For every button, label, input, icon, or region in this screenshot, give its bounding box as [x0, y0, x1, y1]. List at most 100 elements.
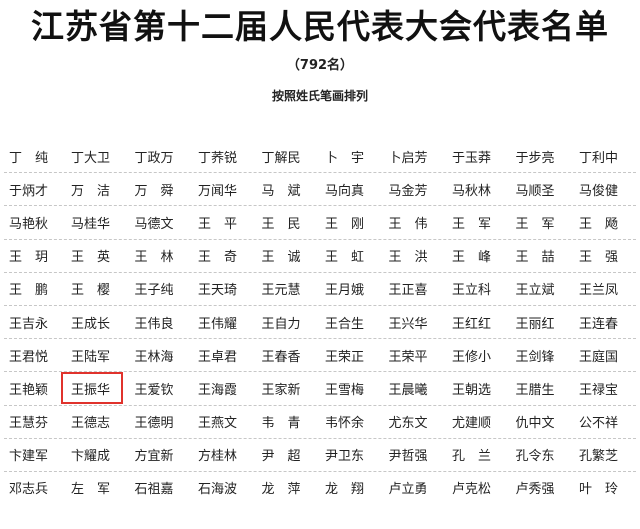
name-cell: 王丽红 — [515, 316, 555, 332]
name-cell: 孔令东 — [515, 449, 555, 465]
name-cell: 孔 兰 — [452, 449, 492, 465]
name-row: 于炳才 万 洁 万 舜 万闻华 马 斌 马向真 马金芳 马秋林 马顺圣 马俊健 — [0, 173, 640, 205]
name-cell: 王晨曦 — [388, 382, 428, 398]
name-cell: 王海霞 — [198, 382, 238, 398]
name-cell: 方宜新 — [134, 449, 174, 465]
name-cell: 王禄宝 — [579, 382, 619, 398]
name-cell: 马 斌 — [261, 183, 301, 199]
name-cell: 王立斌 — [515, 283, 555, 299]
name-cell: 王艳颖 — [9, 382, 49, 398]
name-cell: 于玉莽 — [452, 150, 492, 166]
name-cell: 王朝选 — [452, 382, 492, 398]
name-cell: 王雪梅 — [325, 382, 365, 398]
name-cell: 王家新 — [261, 382, 301, 398]
delegate-count: （792名） — [286, 58, 354, 73]
name-cell: 马俊健 — [579, 183, 619, 199]
name-cell: 马顺圣 — [515, 183, 555, 199]
name-cell: 卢立勇 — [388, 482, 428, 498]
name-cell: 王 樱 — [71, 283, 111, 299]
name-row: 王慧芬 王德志 王德明 王燕文 韦 青 韦怀余 尤东文 尤建顺 仇中文 公不祥 — [0, 406, 640, 438]
name-cell: 王陆军 — [71, 349, 111, 365]
name-cell: 尹卫东 — [325, 449, 365, 465]
name-cell: 王自力 — [261, 316, 301, 332]
name-cell: 左 军 — [71, 482, 111, 498]
name-row: 王吉永 王成长 王伟良 王伟耀 王自力 王合生 王兴华 王红红 王丽红 王连春 — [0, 306, 640, 338]
name-cell: 王 民 — [261, 216, 301, 232]
name-cell: 石祖嘉 — [134, 482, 174, 498]
name-cell: 卢秀强 — [515, 482, 555, 498]
name-cell: 王 平 — [198, 216, 238, 232]
name-cell: 王成长 — [71, 316, 111, 332]
name-cell: 韦 青 — [261, 416, 301, 432]
name-cell: 马艳秋 — [9, 216, 49, 232]
name-cell: 王兰凤 — [579, 283, 619, 299]
name-cell: 王德志 — [71, 416, 111, 432]
name-cell: 王 林 — [134, 250, 174, 266]
name-cell: 王 奇 — [198, 250, 238, 266]
name-cell: 王立科 — [452, 283, 492, 299]
name-cell: 龙 翔 — [325, 482, 365, 498]
name-cell: 卞建军 — [9, 449, 49, 465]
name-cell: 王正喜 — [388, 283, 428, 299]
name-cell: 王 鹏 — [9, 283, 49, 299]
name-row: 丁 纯 丁大卫 丁政万 丁荞锐 丁解民 卜 宇 卜启芳 于玉莽 于步亮 丁利中 — [0, 140, 640, 172]
name-cell: 王元慧 — [261, 283, 301, 299]
name-cell: 王春香 — [261, 349, 301, 365]
name-cell: 龙 萍 — [261, 482, 301, 498]
name-cell: 王荣正 — [325, 349, 365, 365]
name-cell: 卜 宇 — [325, 150, 365, 166]
name-cell: 万 洁 — [71, 183, 111, 199]
name-cell: 王慧芬 — [9, 416, 49, 432]
name-cell: 卞耀成 — [71, 449, 111, 465]
name-cell: 王 伟 — [388, 216, 428, 232]
name-cell: 王吉永 — [9, 316, 49, 332]
name-cell: 王德明 — [134, 416, 174, 432]
name-cell: 王林海 — [134, 349, 174, 365]
name-cell: 王庭国 — [579, 349, 619, 365]
name-cell: 万闻华 — [198, 183, 238, 199]
name-cell: 卢克松 — [452, 482, 492, 498]
highlighted-name-cell: 王振华 — [61, 372, 127, 405]
name-cell: 于炳才 — [9, 183, 49, 199]
name-cell: 丁荞锐 — [198, 150, 238, 166]
name-row: 王艳颖 王振华 王爱钦 王海霞 王家新 王雪梅 王晨曦 王朝选 王腊生 王禄宝 — [0, 372, 640, 405]
name-row: 王 鹏 王 樱 王子纯 王天琦 王元慧 王月娥 王正喜 王立科 王立斌 王兰凤 — [0, 273, 640, 305]
name-row: 邓志兵 左 军 石祖嘉 石海波 龙 萍 龙 翔 卢立勇 卢克松 卢秀强 叶 玲 — [0, 472, 640, 504]
name-cell: 王伟耀 — [198, 316, 238, 332]
name-cell: 石海波 — [198, 482, 238, 498]
name-cell: 王剑锋 — [515, 349, 555, 365]
name-cell: 王 刚 — [325, 216, 365, 232]
name-cell: 王 洪 — [388, 250, 428, 266]
name-cell: 卜启芳 — [388, 150, 428, 166]
name-cell: 王 虹 — [325, 250, 365, 266]
name-cell: 马秋林 — [452, 183, 492, 199]
name-cell: 王红红 — [452, 316, 492, 332]
name-cell: 王 强 — [579, 250, 619, 266]
name-cell: 王 峰 — [452, 250, 492, 266]
name-cell: 丁政万 — [134, 150, 174, 166]
name-cell: 王君悦 — [9, 349, 49, 365]
name-cell: 王兴华 — [388, 316, 428, 332]
name-cell: 丁解民 — [261, 150, 301, 166]
name-cell: 尹 超 — [261, 449, 301, 465]
name-cell: 王 喆 — [515, 250, 555, 266]
name-cell: 丁大卫 — [71, 150, 111, 166]
name-cell: 丁 纯 — [9, 150, 49, 166]
name-cell: 王连春 — [579, 316, 619, 332]
name-cell: 丁利中 — [579, 150, 619, 166]
name-cell: 万 舜 — [134, 183, 174, 199]
name-cell: 王子纯 — [134, 283, 174, 299]
name-cell: 王 军 — [515, 216, 555, 232]
name-cell: 王 军 — [452, 216, 492, 232]
name-cell: 王 英 — [71, 250, 111, 266]
name-cell: 孔繁芝 — [579, 449, 619, 465]
name-cell: 马向真 — [325, 183, 365, 199]
name-cell: 方桂林 — [198, 449, 238, 465]
name-cell: 马德文 — [134, 216, 174, 232]
name-cell: 韦怀余 — [325, 416, 365, 432]
name-cell: 王修小 — [452, 349, 492, 365]
sort-order-note: 按照姓氏笔画排列 — [271, 89, 368, 103]
name-cell: 王荣平 — [388, 349, 428, 365]
name-cell: 尹哲强 — [388, 449, 428, 465]
name-row: 马艳秋 马桂华 马德文 王 平 王 民 王 刚 王 伟 王 军 王 军 王 飏 — [0, 206, 640, 238]
